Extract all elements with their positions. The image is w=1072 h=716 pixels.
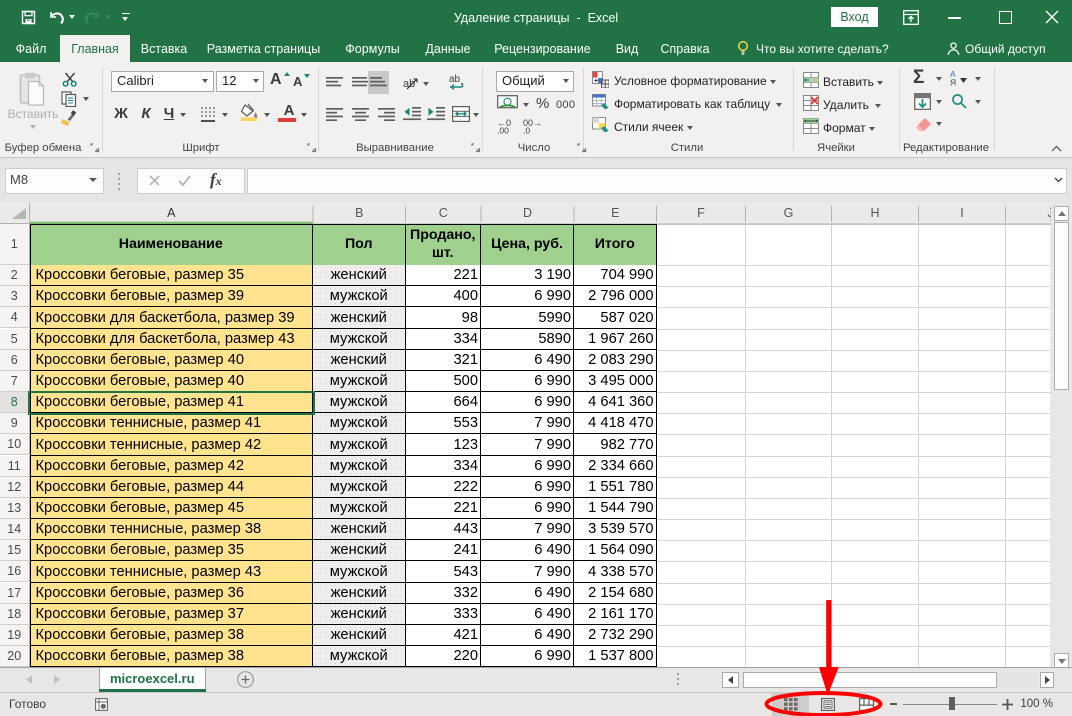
svg-text:,00: ,00 [497,126,509,134]
svg-text:,0: ,0 [523,126,530,134]
svg-text:ab: ab [403,78,415,90]
svg-text:ab: ab [449,74,461,85]
svg-text:Я: Я [950,78,956,87]
